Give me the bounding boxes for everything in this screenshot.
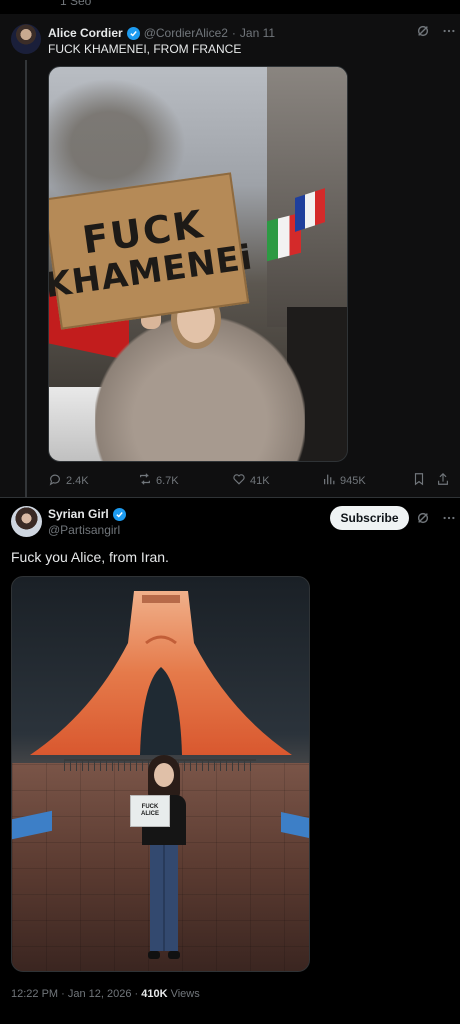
reply-button[interactable]: 2.4K — [48, 472, 89, 489]
author-handle[interactable]: @CordierAlice2 — [144, 26, 228, 40]
header-icons — [416, 24, 456, 38]
timestamp[interactable]: 12:22 PM · Jan 12, 2026 · — [11, 988, 141, 1000]
sign-line1: FUCK — [141, 804, 159, 811]
reply-icon — [48, 472, 62, 489]
quoted-tweet[interactable]: Alice Cordier @CordierAlice2 · Jan 11 FU… — [0, 14, 460, 512]
more-icon[interactable] — [442, 511, 456, 525]
author-row: Alice Cordier @CordierAlice2 · Jan 11 — [48, 24, 275, 42]
subscribe-button[interactable]: Subscribe — [330, 506, 409, 530]
header-icons — [416, 511, 456, 525]
like-icon — [232, 472, 246, 489]
views-count: 410K — [141, 988, 168, 1000]
tweet-metadata: 12:22 PM · Jan 12, 2026 · 410K Views — [11, 988, 200, 1000]
top-strip: 1 Seo — [0, 0, 460, 14]
avatar[interactable] — [11, 506, 42, 537]
tweet-date[interactable]: Jan 11 — [240, 26, 275, 40]
author-row: Syrian Girl — [48, 507, 126, 521]
author-name[interactable]: Syrian Girl — [48, 507, 109, 521]
verified-badge-icon — [126, 26, 140, 40]
separator-dot: · — [231, 26, 236, 40]
avatar[interactable] — [11, 24, 41, 54]
tweet-photo[interactable]: FUCK ALICE — [11, 576, 310, 972]
author-name[interactable]: Alice Cordier — [48, 26, 123, 40]
bookmark-button[interactable] — [412, 472, 426, 489]
like-count: 41K — [250, 474, 270, 487]
truncated-text: 1 Seo — [60, 0, 92, 8]
views-button[interactable]: 945K — [322, 472, 366, 489]
bookmark-icon — [412, 472, 426, 489]
repost-button[interactable]: 6.7K — [138, 472, 179, 489]
views-icon — [322, 472, 336, 489]
repost-icon — [138, 472, 152, 489]
reply-count: 2.4K — [66, 474, 89, 487]
share-button[interactable] — [436, 472, 450, 489]
more-icon[interactable] — [442, 24, 456, 38]
main-tweet: Syrian Girl @Partisangirl Subscribe Fuck… — [0, 498, 460, 1024]
grok-icon[interactable] — [416, 511, 430, 525]
share-icon — [436, 472, 450, 489]
grok-icon[interactable] — [416, 24, 430, 38]
tweet-text: Fuck you Alice, from Iran. — [11, 549, 169, 565]
tweet-photo[interactable]: FUCK KHAMENEi — [48, 66, 348, 462]
photo-cardboard-sign: FUCK KHAMENEi — [49, 172, 255, 330]
verified-badge-icon — [112, 507, 126, 521]
author-handle[interactable]: @Partisangirl — [48, 523, 120, 537]
like-button[interactable]: 41K — [232, 472, 270, 489]
views-label: Views — [167, 988, 200, 1000]
photo-paper-sign: FUCK ALICE — [130, 795, 170, 827]
photo-trees — [49, 67, 199, 197]
tweet-text: FUCK KHAMENEI, FROM FRANCE — [48, 42, 242, 56]
photo-azadi-tower — [30, 591, 292, 755]
photo-person — [138, 755, 190, 965]
action-bar: 2.4K 6.7K 41K 945K — [48, 472, 450, 488]
sign-line2: ALICE — [141, 811, 159, 817]
views-count: 945K — [340, 474, 366, 487]
repost-count: 6.7K — [156, 474, 179, 487]
thread-connector-line — [25, 60, 27, 512]
